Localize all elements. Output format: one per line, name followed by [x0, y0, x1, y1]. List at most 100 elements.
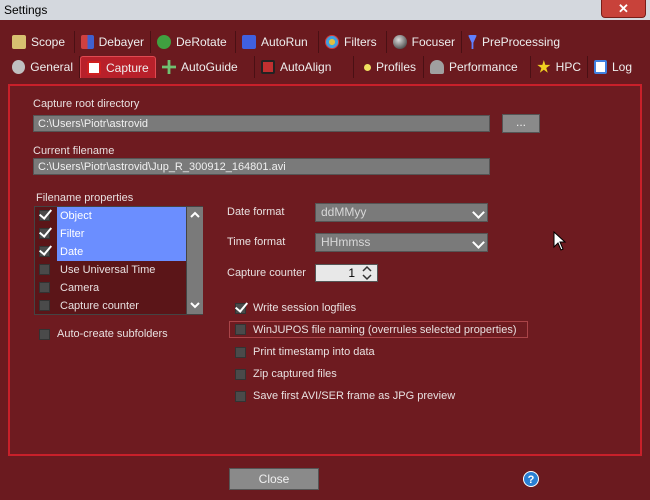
filename-props-label: Filename properties: [36, 192, 134, 204]
color-squares-icon: [81, 35, 94, 49]
list-item-label: Use Universal Time: [60, 264, 156, 276]
list-item[interactable]: Capture counter: [35, 297, 186, 315]
checkbox[interactable]: [39, 246, 50, 257]
option-print-timestamp[interactable]: Print timestamp into data: [235, 346, 375, 358]
tab-autoguide[interactable]: AutoGuide: [156, 56, 255, 78]
checkbox[interactable]: [235, 324, 246, 335]
list-item-label: Date: [57, 243, 186, 261]
option-label: Save first AVI/SER frame as JPG preview: [253, 390, 456, 402]
list-item-label: Filter: [57, 225, 186, 243]
option-label: Auto-create subfolders: [57, 328, 168, 340]
window-title: Settings: [4, 3, 48, 17]
root-dir-field[interactable]: C:\Users\Piotr\astrovid: [33, 115, 490, 132]
option-write-logfiles[interactable]: Write session logfiles: [235, 302, 356, 314]
scroll-down-icon[interactable]: [190, 302, 200, 309]
list-item-label: Object: [57, 207, 186, 225]
tab-label: AutoGuide: [181, 60, 238, 74]
tab-derotate[interactable]: DeRotate: [151, 31, 236, 53]
scroll-arrows: [190, 211, 200, 309]
tab-row-2: General Capture AutoGuide AutoAlign Prof…: [6, 56, 638, 78]
option-label: Print timestamp into data: [253, 346, 375, 358]
list-item-label: Camera: [60, 282, 100, 294]
camera-icon: [87, 60, 101, 75]
capture-counter-stepper[interactable]: 1: [315, 264, 378, 282]
tab-general[interactable]: General: [6, 56, 80, 78]
option-label: Zip captured files: [253, 368, 337, 380]
focuser-ball-icon: [393, 35, 407, 49]
capture-counter-label: Capture counter: [227, 267, 306, 279]
tab-debayer[interactable]: Debayer: [75, 31, 151, 53]
current-filename-label: Current filename: [33, 145, 115, 157]
list-item[interactable]: Object: [35, 207, 186, 225]
title-bar: Settings ✕: [0, 0, 650, 20]
checkbox[interactable]: [39, 228, 50, 239]
tab-label: Profiles: [376, 60, 417, 74]
filename-properties-list[interactable]: Object Filter Date Use Universal Time Ca…: [34, 206, 203, 315]
capture-counter-value: 1: [348, 266, 355, 280]
list-item-label: Capture counter: [60, 300, 139, 312]
checkbox[interactable]: [235, 390, 246, 402]
checkbox[interactable]: [39, 300, 50, 311]
checkbox[interactable]: [235, 302, 246, 314]
filter-wheel-icon: [325, 35, 339, 49]
list-item[interactable]: Camera: [35, 279, 186, 297]
bullet-icon: [364, 63, 371, 71]
stepper-arrows-icon[interactable]: [361, 265, 373, 281]
tab-performance[interactable]: Performance: [424, 56, 531, 78]
tab-label: Capture: [106, 60, 149, 75]
align-icon: [261, 60, 275, 74]
tab-scope[interactable]: Scope: [6, 31, 75, 53]
time-format-select[interactable]: HHmmss: [315, 233, 488, 252]
tab-label: Focuser: [411, 35, 455, 49]
log-info-icon: [594, 60, 607, 74]
option-label: WinJUPOS file naming (overrules selected…: [253, 323, 517, 336]
option-zip-files[interactable]: Zip captured files: [235, 368, 337, 380]
checkbox[interactable]: [39, 210, 50, 221]
browse-button[interactable]: ...: [502, 114, 540, 133]
checkbox[interactable]: [39, 282, 50, 293]
scroll-up-icon[interactable]: [190, 211, 200, 218]
tab-hpc[interactable]: HPC: [531, 56, 588, 78]
tab-autoalign[interactable]: AutoAlign: [255, 56, 354, 78]
close-button[interactable]: Close: [229, 468, 319, 490]
list-item[interactable]: Use Universal Time: [35, 261, 186, 279]
chevron-down-icon: [472, 236, 485, 249]
tab-log[interactable]: Log: [588, 56, 638, 78]
window-close-button[interactable]: ✕: [601, 0, 646, 18]
option-save-jpg-preview[interactable]: Save first AVI/SER frame as JPG preview: [235, 390, 455, 402]
time-format-value: HHmmss: [321, 235, 371, 249]
date-format-select[interactable]: ddMMyy: [315, 203, 488, 222]
checkbox[interactable]: [235, 368, 246, 380]
time-format-label: Time format: [227, 236, 286, 248]
runner-icon: [242, 35, 256, 49]
checkbox[interactable]: [235, 346, 246, 358]
tab-label: Scope: [31, 35, 66, 49]
tab-preprocessing[interactable]: PreProcessing: [462, 31, 566, 53]
tab-autorun[interactable]: AutoRun: [236, 31, 319, 53]
list-item[interactable]: Date: [35, 243, 186, 261]
option-label: Write session logfiles: [253, 302, 357, 314]
checkbox[interactable]: [39, 264, 50, 275]
option-winjupos-naming[interactable]: WinJUPOS file naming (overrules selected…: [229, 321, 528, 338]
mouse-cursor-icon: [553, 231, 567, 251]
crosshair-arrows-icon: [162, 60, 176, 74]
checkbox[interactable]: [39, 328, 50, 340]
telescope-icon: [12, 35, 26, 49]
star-icon: [537, 60, 551, 73]
date-format-label: Date format: [227, 206, 285, 218]
tab-label: Performance: [449, 60, 518, 74]
tab-capture[interactable]: Capture: [80, 56, 156, 78]
tab-filters[interactable]: Filters: [319, 31, 387, 53]
funnel-icon: [468, 35, 477, 49]
list-scrollbar[interactable]: [186, 207, 203, 314]
current-filename-field: C:\Users\Piotr\astrovid\Jup_R_300912_164…: [33, 158, 490, 175]
chevron-down-icon: [472, 206, 485, 219]
list-item[interactable]: Filter: [35, 225, 186, 243]
tab-profiles[interactable]: Profiles: [354, 56, 424, 78]
auto-subfolders-option[interactable]: Auto-create subfolders: [39, 328, 168, 340]
rotate-icon: [157, 35, 171, 49]
root-dir-label: Capture root directory: [33, 98, 140, 110]
tab-label: HPC: [555, 60, 581, 74]
tab-focuser[interactable]: Focuser: [387, 31, 462, 53]
help-icon[interactable]: ?: [523, 471, 539, 487]
